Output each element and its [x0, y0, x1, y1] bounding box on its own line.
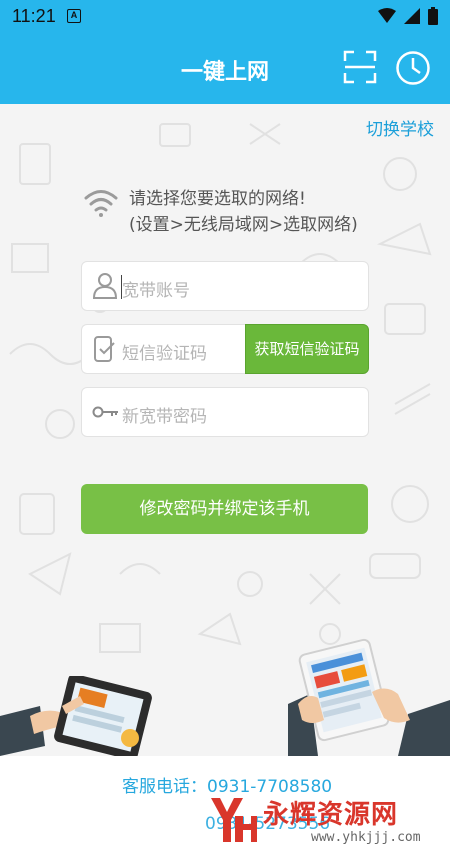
watermark: 永辉资源网 www.yhkjjj.com	[205, 792, 445, 850]
status-time: 11:21	[12, 6, 56, 26]
app-bar: 一键上网	[0, 32, 450, 104]
watermark-url: www.yhkjjj.com	[311, 830, 421, 845]
change-password-bind-phone-button[interactable]: 修改密码并绑定该手机	[81, 484, 368, 534]
tablet-hands-illustration-left	[0, 676, 152, 756]
new-password-field[interactable]: 新宽带密码	[81, 387, 369, 437]
tablet-hands-illustration-right	[288, 638, 450, 756]
new-password-placeholder: 新宽带密码	[122, 407, 207, 427]
scan-icon[interactable]	[343, 50, 377, 84]
sms-code-field[interactable]: 短信验证码	[81, 324, 246, 374]
phone-check-icon	[94, 336, 115, 362]
get-sms-code-button[interactable]: 获取短信验证码	[245, 324, 369, 374]
switch-school-link[interactable]: 切换学校	[366, 115, 434, 140]
status-icons	[378, 7, 438, 25]
page-title: 一键上网	[180, 60, 269, 85]
main-content: 切换学校 请选择您要选取的网络! (设置>无线局域网>选取网络) 宽带账号 短信…	[0, 104, 450, 756]
account-placeholder: 宽带账号	[122, 281, 190, 301]
key-icon	[92, 406, 118, 418]
user-icon	[92, 273, 118, 299]
account-field[interactable]: 宽带账号	[81, 261, 369, 311]
clock-icon[interactable]	[395, 50, 431, 86]
watermark-text: 永辉资源网	[263, 800, 399, 830]
sms-code-placeholder: 短信验证码	[122, 344, 207, 364]
network-hint-line1: 请选择您要选取的网络!	[129, 189, 306, 209]
notification-a-icon: A	[67, 9, 81, 23]
wifi-signal-icon	[378, 8, 396, 23]
wifi-icon	[84, 190, 118, 217]
watermark-logo-icon	[211, 798, 257, 842]
network-hint-line2: (设置>无线局域网>选取网络)	[129, 215, 358, 235]
status-bar: 11:21 A	[0, 0, 450, 32]
cell-signal-icon	[404, 8, 420, 24]
footer: 客服电话：0931-7708580 0931-5273556 永辉资源网 www…	[0, 756, 450, 850]
battery-icon	[428, 7, 438, 25]
